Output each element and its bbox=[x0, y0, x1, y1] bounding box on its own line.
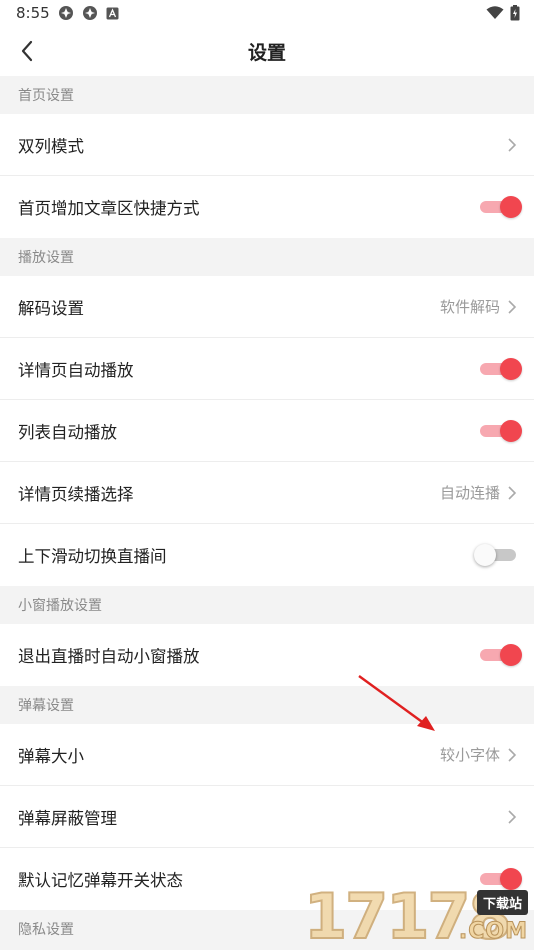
section-header-privacy: 隐私设置 bbox=[0, 910, 534, 948]
row-label: 解码设置 bbox=[18, 298, 84, 318]
toggle-detail-autoplay[interactable] bbox=[480, 357, 522, 380]
row-label: 首页增加文章区快捷方式 bbox=[18, 199, 200, 218]
row-detail-autoplay: 详情页自动播放 bbox=[0, 338, 534, 400]
toggle-danmaku-remember[interactable] bbox=[480, 868, 522, 890]
row-swipe-switch: 上下滑动切换直播间 bbox=[0, 524, 534, 586]
chevron-right-icon bbox=[508, 747, 517, 762]
row-danmaku-block[interactable]: 弹幕屏蔽管理 bbox=[0, 786, 534, 848]
toggle-swipe-switch[interactable] bbox=[474, 544, 518, 566]
section-header-danmaku: 弹幕设置 bbox=[0, 686, 534, 724]
section-header-mini-window: 小窗播放设置 bbox=[0, 586, 534, 624]
row-double-column[interactable]: 双列模式 bbox=[0, 114, 534, 176]
row-label: 详情页自动播放 bbox=[18, 360, 134, 380]
row-value-danmaku-size: 较小字体 bbox=[439, 746, 500, 764]
row-danmaku-size[interactable]: 弹幕大小 较小字体 bbox=[0, 724, 534, 786]
row-label: 列表自动播放 bbox=[18, 422, 117, 442]
toggle-add-shortcut[interactable] bbox=[480, 196, 522, 218]
status-bar: 8:55 bbox=[0, 0, 534, 26]
row-list-autoplay: 列表自动播放 bbox=[0, 400, 534, 462]
row-danmaku-remember: 默认记忆弹幕开关状态 bbox=[0, 848, 534, 910]
battery-icon bbox=[510, 5, 520, 21]
chevron-right-icon bbox=[508, 485, 517, 500]
row-value-continue: 自动连播 bbox=[439, 484, 500, 502]
app-notification-icon bbox=[58, 5, 74, 21]
page-title: 设置 bbox=[247, 41, 286, 64]
chevron-right-icon bbox=[508, 137, 517, 152]
row-label: 上下滑动切换直播间 bbox=[18, 547, 167, 566]
status-left: 8:55 bbox=[16, 4, 119, 22]
row-label: 默认记忆弹幕开关状态 bbox=[18, 871, 183, 890]
row-detail-continue[interactable]: 详情页续播选择 自动连播 bbox=[0, 462, 534, 524]
row-exit-live-mini: 退出直播时自动小窗播放 bbox=[0, 624, 534, 686]
toggle-exit-live-mini[interactable] bbox=[480, 644, 522, 666]
app-notification-icon-2 bbox=[82, 5, 98, 21]
row-label: 弹幕大小 bbox=[18, 746, 84, 766]
chevron-left-icon bbox=[21, 40, 33, 62]
status-time: 8:55 bbox=[16, 4, 50, 22]
row-value-decode: 软件解码 bbox=[439, 298, 500, 316]
row-label: 退出直播时自动小窗播放 bbox=[18, 647, 200, 666]
text-app-icon bbox=[106, 7, 119, 20]
row-label: 双列模式 bbox=[18, 136, 84, 156]
chevron-right-icon bbox=[508, 809, 517, 824]
row-label: 弹幕屏蔽管理 bbox=[18, 808, 117, 828]
section-header-playback: 播放设置 bbox=[0, 238, 534, 276]
status-right bbox=[486, 5, 520, 21]
row-add-shortcut: 首页增加文章区快捷方式 bbox=[0, 176, 534, 238]
wifi-icon bbox=[486, 6, 504, 20]
chevron-right-icon bbox=[508, 299, 517, 314]
back-button[interactable] bbox=[10, 34, 44, 68]
section-header-home: 首页设置 bbox=[0, 76, 534, 114]
toggle-list-autoplay[interactable] bbox=[480, 419, 522, 442]
row-label: 详情页续播选择 bbox=[18, 484, 134, 504]
header: 设置 bbox=[0, 26, 534, 76]
row-decode[interactable]: 解码设置 软件解码 bbox=[0, 276, 534, 338]
